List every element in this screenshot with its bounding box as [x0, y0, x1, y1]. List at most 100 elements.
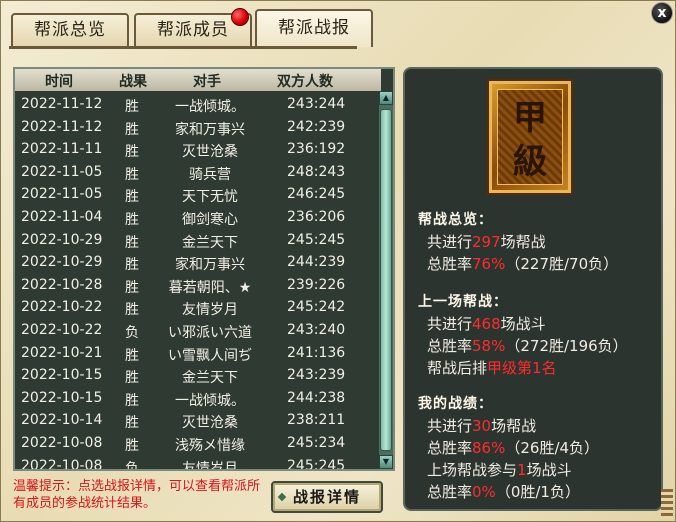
last-battle-total: 共进行468场战斗 — [427, 315, 546, 333]
row-opponent: 金兰天下 — [182, 234, 238, 251]
header-time: 时间 — [45, 74, 73, 90]
row-count: 243:240 — [287, 321, 346, 338]
my-record-total: 共进行30场帮战 — [427, 417, 537, 435]
row-count: 244:239 — [287, 254, 346, 271]
battle-row[interactable]: 2022-10-08 负 友情岁月 245:245 — [15, 455, 381, 471]
row-date: 2022-11-05 — [21, 163, 103, 180]
battle-rows: 2022-11-12 胜一战倾城。 243:244 2022-11-12 胜家和万事兴 2… — [15, 93, 381, 471]
row-count: 244:238 — [287, 389, 346, 406]
battle-row[interactable]: 2022-11-04 胜 御剑寒心 236:206 — [15, 206, 381, 229]
row-result: 胜 — [125, 99, 139, 115]
tab-divider — [9, 46, 357, 49]
row-result: 胜 — [125, 415, 139, 432]
row-date: 2022-10-08 — [21, 457, 103, 471]
battle-row[interactable]: 2022-10-22 胜 友情岁月 245:242 — [15, 296, 381, 319]
row-opponent: 金兰天下 — [182, 370, 238, 387]
battle-detail-button[interactable]: 战报详情 — [271, 481, 383, 513]
my-record-last-winrate: 总胜率0%（0胜/1负） — [427, 483, 580, 501]
battle-row[interactable]: 2022-10-29 胜 金兰天下 245:245 — [15, 229, 381, 252]
row-count: 243:244 — [287, 96, 346, 112]
scroll-down-button[interactable]: ▼ — [379, 455, 393, 469]
my-record-last-battles: 上场帮战参与1场战斗 — [427, 461, 572, 479]
row-opponent: 灭世沧桑 — [182, 415, 238, 432]
row-date: 2022-10-29 — [21, 231, 103, 248]
row-count: 238:211 — [287, 412, 346, 429]
my-record-title: 我的战绩： — [418, 396, 493, 412]
row-result: 胜 — [125, 121, 139, 138]
row-date: 2022-10-28 — [21, 276, 103, 293]
row-date: 2022-10-22 — [21, 299, 103, 316]
row-count: 243:239 — [287, 367, 346, 384]
battle-row[interactable]: 2022-10-15 胜 金兰天下 243:239 — [15, 364, 381, 387]
battle-row[interactable]: 2022-10-21 胜 い雪飘人间ぢ 241:136 — [15, 342, 381, 365]
battle-list: 时间 战果 对手 双方人数 2022-11-12 胜一战倾城。 243:244 202… — [13, 67, 395, 471]
row-result: 胜 — [125, 302, 139, 319]
overview-winrate: 总胜率76%（227胜/70负） — [427, 255, 619, 273]
scroll-up-button[interactable]: ▲ — [379, 91, 393, 105]
rank-badge: 甲級 — [489, 81, 571, 193]
row-result: 负 — [125, 324, 139, 341]
row-date: 2022-11-05 — [21, 186, 103, 203]
scrollbar[interactable]: ▲ ▼ — [379, 91, 393, 469]
list-header: 时间 战果 对手 双方人数 — [15, 69, 381, 91]
row-count: 245:245 — [287, 231, 346, 248]
row-date: 2022-10-15 — [21, 367, 103, 384]
row-result: 胜 — [125, 279, 139, 296]
row-count: 242:239 — [287, 118, 346, 135]
stats-panel: 甲級 帮战总览： 共进行297场帮战 总胜率76%（227胜/70负） 上一场帮… — [403, 67, 663, 511]
header-result: 战果 — [119, 74, 147, 90]
row-count: 236:206 — [287, 208, 346, 225]
scroll-thumb[interactable] — [380, 109, 392, 451]
battle-row[interactable]: 2022-10-08 胜 浅殇メ惜缘 245:234 — [15, 432, 381, 455]
row-result: 负 — [125, 460, 139, 471]
row-date: 2022-10-14 — [21, 412, 103, 429]
battle-row[interactable]: 2022-10-28 胜 暮若朝阳、★ 239:226 — [15, 274, 381, 297]
row-opponent: 友情岁月 — [182, 460, 238, 471]
row-date: 2022-10-21 — [21, 344, 103, 361]
row-date: 2022-11-12 — [21, 96, 103, 112]
row-result: 胜 — [125, 211, 139, 228]
notification-dot — [231, 8, 249, 26]
row-opponent: 灭世沧桑 — [182, 144, 238, 161]
overview-title: 帮战总览： — [418, 212, 493, 228]
last-battle-winrate: 总胜率58%（272胜/196负） — [427, 337, 628, 355]
row-count: 248:243 — [287, 163, 346, 180]
battle-row[interactable]: 2022-10-14 胜 灭世沧桑 238:211 — [15, 409, 381, 432]
row-result: 胜 — [125, 347, 139, 364]
battle-row[interactable]: 2022-10-15 胜 一战倾城。 244:238 — [15, 387, 381, 410]
row-date: 2022-11-12 — [21, 118, 103, 135]
row-date: 2022-10-08 — [21, 434, 103, 451]
row-opponent: 骑兵营 — [189, 166, 231, 183]
row-opponent: い邪派い六道 — [168, 324, 252, 341]
row-result: 胜 — [125, 189, 139, 206]
battle-row[interactable]: 2022-11-12 胜 一战倾城。 243:244 — [15, 93, 381, 116]
row-opponent: 友情岁月 — [182, 302, 238, 319]
tab-guild-overview[interactable]: 帮派总览 — [11, 13, 129, 47]
tip-text: 温馨提示：点选战报详情，可以查看帮派所有成员的参战统计结果。 — [13, 479, 261, 511]
row-date: 2022-10-29 — [21, 254, 103, 271]
header-count: 双方人数 — [277, 74, 333, 90]
battle-row[interactable]: 2022-11-12 胜 家和万事兴 242:239 — [15, 116, 381, 139]
battle-row[interactable]: 2022-10-22 负 い邪派い六道 243:240 — [15, 319, 381, 342]
row-count: 246:245 — [287, 186, 346, 203]
row-result: 胜 — [125, 392, 139, 409]
corner-ornament — [661, 489, 673, 519]
row-result: 胜 — [125, 257, 139, 274]
last-battle-title: 上一场帮战： — [418, 294, 508, 310]
row-result: 胜 — [125, 437, 139, 454]
row-date: 2022-11-04 — [21, 208, 103, 225]
battle-row[interactable]: 2022-11-11 胜 灭世沧桑 236:192 — [15, 138, 381, 161]
row-count: 245:234 — [287, 434, 346, 451]
row-result: 胜 — [125, 234, 139, 251]
row-opponent: 浅殇メ惜缘 — [175, 437, 245, 454]
row-opponent: 家和万事兴 — [175, 257, 245, 274]
battle-row[interactable]: 2022-11-05 胜 骑兵营 248:243 — [15, 161, 381, 184]
tab-guild-battle-report[interactable]: 帮派战报 — [255, 9, 373, 47]
battle-row[interactable]: 2022-10-29 胜 家和万事兴 244:239 — [15, 251, 381, 274]
rank-badge-text: 甲級 — [497, 89, 563, 185]
close-button[interactable]: x — [651, 2, 673, 24]
row-opponent: 家和万事兴 — [175, 121, 245, 138]
row-result: 胜 — [125, 166, 139, 183]
battle-row[interactable]: 2022-11-05 胜 天下无忧 246:245 — [15, 183, 381, 206]
row-count: 245:242 — [287, 299, 346, 316]
